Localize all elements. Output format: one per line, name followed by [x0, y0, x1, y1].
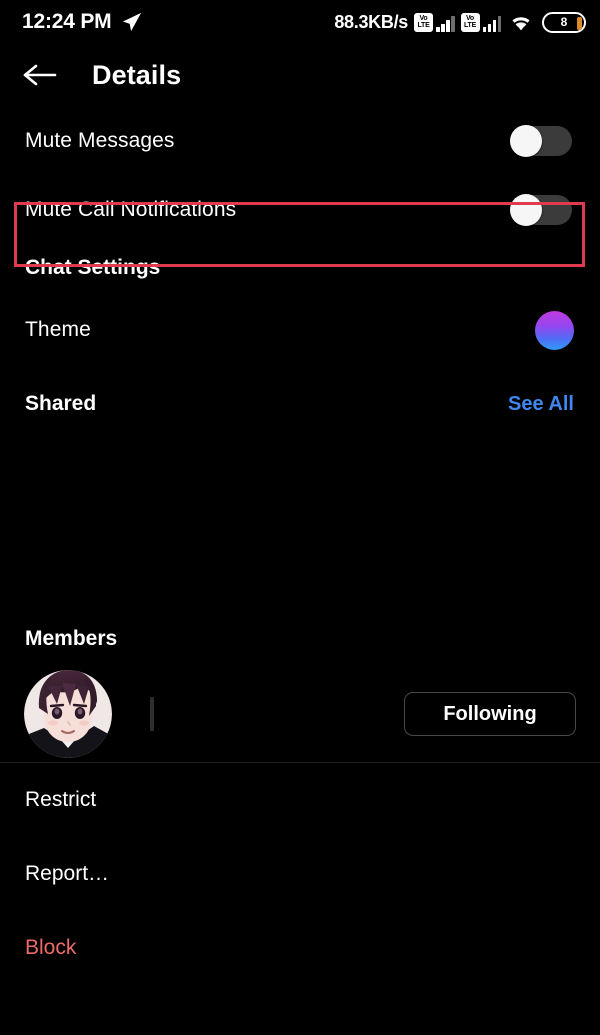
section-chat-settings: Chat Settings	[0, 242, 600, 294]
theme-color-swatch[interactable]	[535, 310, 574, 350]
mute-call-notifications-toggle[interactable]	[510, 193, 572, 226]
back-arrow-icon[interactable]	[22, 61, 60, 89]
action-report[interactable]: Report…	[0, 837, 600, 911]
section-shared: Shared See All	[0, 366, 600, 442]
status-bar-clock: 12:24 PM	[22, 10, 112, 33]
row-mute-call-notifications[interactable]: Mute Call Notifications	[0, 177, 600, 242]
signal-bars-icon	[436, 15, 455, 32]
volte-icon-bottom: LTE	[463, 22, 477, 29]
status-bar-left: 12:24 PM	[22, 10, 143, 34]
mute-call-notifications-label: Mute Call Notifications	[25, 197, 237, 221]
volte-icon-bottom: LTE	[417, 22, 430, 29]
wifi-icon	[512, 16, 530, 30]
chat-settings-heading: Chat Settings	[25, 256, 161, 279]
row-theme[interactable]: Theme	[0, 294, 600, 366]
shared-heading: Shared	[25, 392, 97, 415]
mute-messages-toggle[interactable]	[510, 125, 572, 157]
row-mute-messages[interactable]: Mute Messages	[0, 106, 600, 176]
theme-label: Theme	[25, 318, 91, 341]
action-block[interactable]: Block	[0, 911, 600, 985]
member-username-redacted	[150, 697, 154, 731]
volte-icon-top: Vo	[465, 15, 475, 22]
members-heading: Members	[25, 627, 118, 650]
volte-icon-top: Vo	[419, 15, 428, 22]
action-restrict[interactable]: Restrict	[0, 763, 600, 837]
see-all-link[interactable]: See All	[508, 393, 574, 416]
block-label: Block	[25, 936, 77, 959]
sim2-signal-group: Vo LTE	[460, 12, 501, 32]
restrict-label: Restrict	[25, 788, 97, 811]
member-list-item[interactable]: Following	[0, 666, 600, 762]
shared-empty-area	[0, 442, 600, 612]
following-button[interactable]: Following	[404, 692, 576, 736]
status-bar-right: 88.3KB/s Vo LTE Vo LTE 8	[334, 11, 586, 33]
battery-level-label: 8	[560, 15, 568, 29]
send-icon	[123, 12, 142, 32]
status-bar: 12:24 PM 88.3KB/s Vo LTE Vo LTE 8	[0, 0, 600, 44]
avatar[interactable]	[24, 670, 112, 758]
signal-bars-icon	[482, 15, 501, 32]
anime-avatar-image	[24, 670, 112, 758]
volte-icon: Vo LTE	[460, 12, 480, 32]
mute-messages-label: Mute Messages	[25, 129, 175, 152]
battery-icon: 8	[542, 11, 586, 33]
section-members: Members	[0, 612, 600, 666]
toggle-knob	[510, 193, 542, 226]
network-speed-label: 88.3KB/s	[334, 11, 408, 32]
volte-icon: Vo LTE	[414, 12, 433, 32]
sim1-signal-group: Vo LTE	[414, 12, 455, 32]
report-label: Report…	[25, 862, 110, 885]
toggle-knob	[510, 125, 542, 157]
app-header: Details	[0, 44, 600, 106]
page-title: Details	[92, 59, 182, 90]
